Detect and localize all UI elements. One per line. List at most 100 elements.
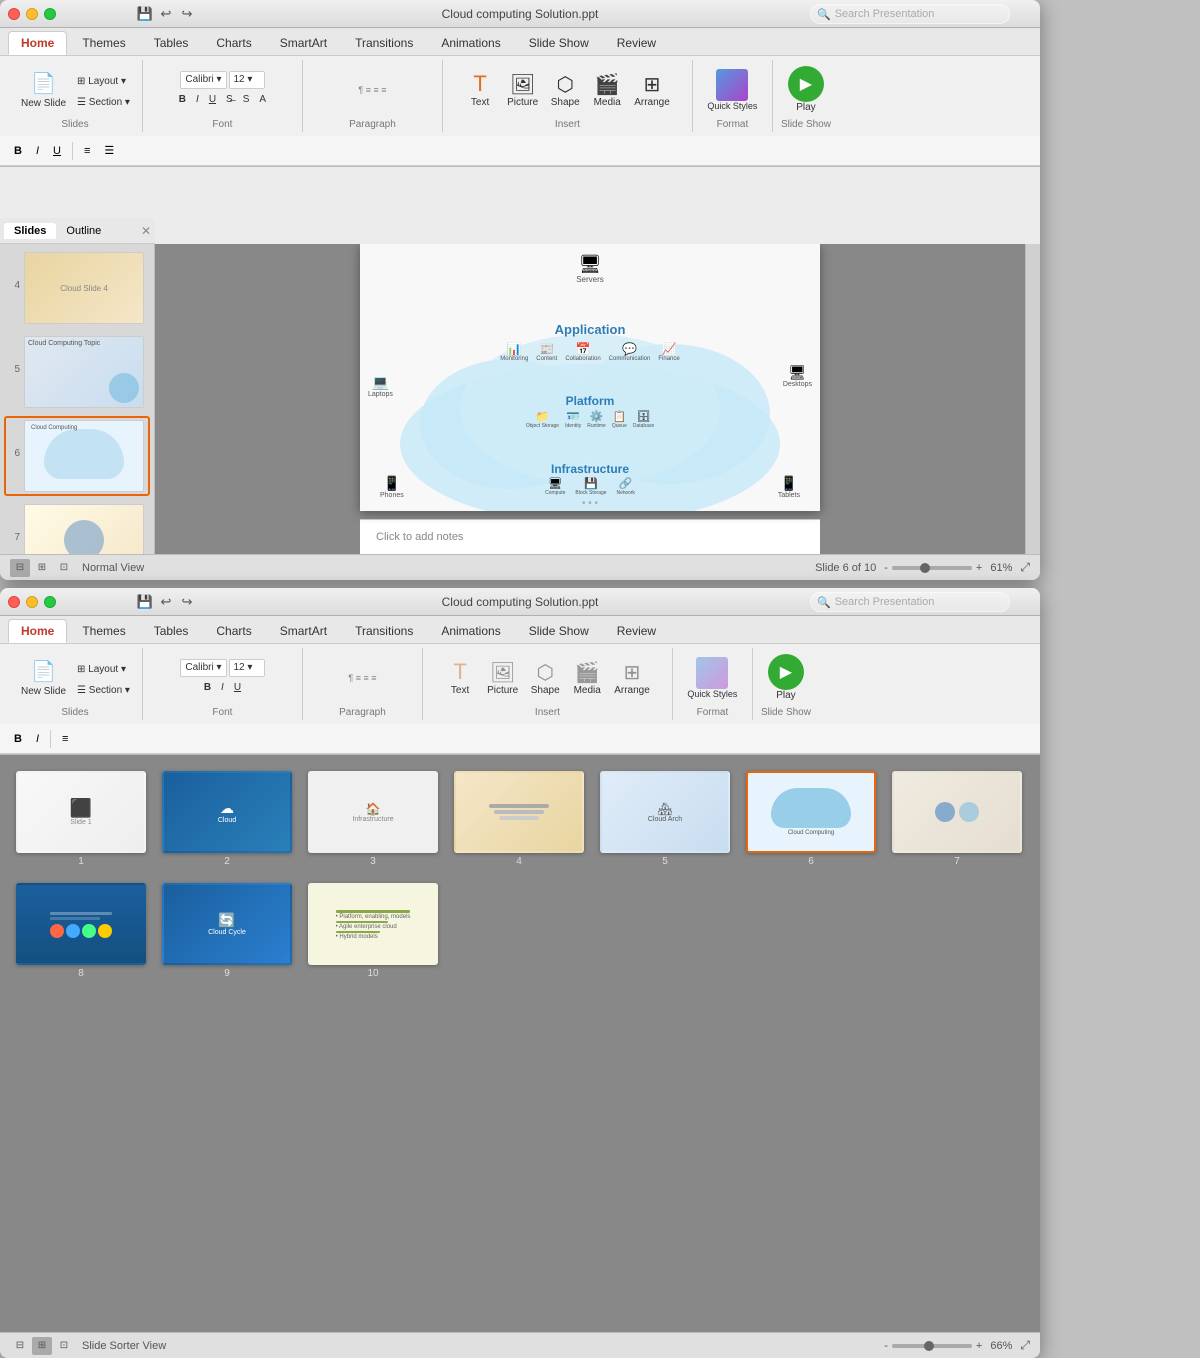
sorter-thumb-6[interactable]: Cloud Computing 6	[746, 771, 876, 867]
layout-button[interactable]: ⊞ Layout ▾	[73, 72, 134, 90]
notes-area[interactable]: Click to add notes	[360, 519, 820, 554]
arrange-button[interactable]: ⊞ Arrange	[629, 62, 675, 118]
bold-button-2[interactable]: B	[200, 679, 215, 697]
font-family-dropdown[interactable]: Calibri ▾	[180, 71, 226, 89]
shape-button[interactable]: ⬡ Shape	[545, 62, 585, 118]
tab2-transitions[interactable]: Transitions	[342, 619, 426, 643]
close-button-2[interactable]	[8, 596, 20, 608]
traffic-lights-2[interactable]	[8, 596, 56, 608]
zoom-in-icon[interactable]: +	[976, 562, 982, 574]
minimize-button-2[interactable]	[26, 596, 38, 608]
text-button[interactable]: T Text	[460, 62, 500, 118]
bold-button[interactable]: B	[175, 91, 190, 109]
tab-transitions[interactable]: Transitions	[342, 31, 426, 55]
tab2-themes[interactable]: Themes	[69, 619, 138, 643]
slide-sorter-btn-2[interactable]: ⊞	[32, 1337, 52, 1355]
search-bar-1[interactable]: 🔍 Search Presentation	[810, 4, 1010, 24]
tab2-smartart[interactable]: SmartArt	[267, 619, 340, 643]
close-button[interactable]	[8, 8, 20, 20]
sorter-thumb-5[interactable]: 🏘 Cloud Arch 5	[600, 771, 730, 867]
slide-sorter-btn[interactable]: ⊞	[32, 559, 52, 577]
font-size-dropdown[interactable]: 12 ▾	[229, 71, 265, 89]
tab2-tables[interactable]: Tables	[141, 619, 202, 643]
font-color-button[interactable]: A	[255, 91, 270, 109]
italic-button-2[interactable]: I	[217, 679, 228, 697]
section-button[interactable]: ☰ Section ▾	[73, 93, 134, 111]
slide-thumb-7[interactable]: 7	[4, 500, 150, 554]
traffic-lights-1[interactable]	[8, 8, 56, 20]
tab-smartart[interactable]: SmartArt	[267, 31, 340, 55]
new-slide-button-2[interactable]: 📄 New Slide	[16, 650, 71, 706]
slide-thumb-5[interactable]: 5 Cloud Computing Topic	[4, 332, 150, 412]
font-size-dropdown-2[interactable]: 12 ▾	[229, 659, 265, 677]
tab-slides[interactable]: Slides	[4, 223, 56, 239]
sorter-thumb-2[interactable]: ☁ Cloud 2	[162, 771, 292, 867]
toolbar-italic[interactable]: I	[30, 143, 45, 159]
section-button-2[interactable]: ☰ Section ▾	[73, 681, 134, 699]
tab-charts[interactable]: Charts	[203, 31, 264, 55]
presenter-view-btn[interactable]: ⊡	[54, 559, 74, 577]
sorter-thumb-7[interactable]: 7	[892, 771, 1022, 867]
sorter-thumb-8[interactable]: 8	[16, 883, 146, 979]
toolbar-italic-2[interactable]: I	[30, 731, 45, 747]
zoom-track-2[interactable]	[892, 1344, 972, 1348]
tab-outline[interactable]: Outline	[56, 223, 111, 239]
fit-window-btn-2[interactable]: ⤢	[1020, 1338, 1030, 1353]
maximize-button-2[interactable]	[44, 596, 56, 608]
sorter-thumb-1[interactable]: ⬛ Slide 1 1	[16, 771, 146, 867]
slide-thumb-4[interactable]: 4 Cloud Slide 4	[4, 248, 150, 328]
text-button-2[interactable]: T Text	[440, 650, 480, 706]
tab-animations[interactable]: Animations	[428, 31, 513, 55]
presenter-view-btn-2[interactable]: ⊡	[54, 1337, 74, 1355]
arrange-button-2[interactable]: ⊞ Arrange	[609, 650, 655, 706]
play-button-2[interactable]: ▶ Play	[763, 650, 809, 706]
minimize-button[interactable]	[26, 8, 38, 20]
tab2-animations[interactable]: Animations	[428, 619, 513, 643]
tab-themes[interactable]: Themes	[69, 31, 138, 55]
media-button[interactable]: 🎬 Media	[587, 62, 627, 118]
qa-save-icon-2[interactable]: 💾	[136, 593, 154, 611]
qa-save-icon[interactable]: 💾	[136, 5, 154, 23]
toolbar-underline[interactable]: U	[47, 143, 67, 159]
tab2-charts[interactable]: Charts	[203, 619, 264, 643]
underline-button[interactable]: U	[205, 91, 220, 109]
layout-button-2[interactable]: ⊞ Layout ▾	[73, 660, 134, 678]
picture-button-2[interactable]: 🖼 Picture	[482, 650, 523, 706]
slide-thumb-6[interactable]: 6 Cloud Computing	[4, 416, 150, 496]
toolbar-bullets[interactable]: ☰	[98, 142, 120, 159]
normal-view-btn[interactable]: ⊟	[10, 559, 30, 577]
toolbar-bold[interactable]: B	[8, 143, 28, 159]
shadow-button[interactable]: S	[239, 91, 254, 109]
panel-close-icon[interactable]: ✕	[141, 224, 151, 238]
zoom-in-icon-2[interactable]: +	[976, 1340, 982, 1352]
play-button[interactable]: ▶ Play	[783, 62, 829, 118]
qa-redo-icon-2[interactable]: ↪	[178, 593, 196, 611]
zoom-out-icon-2[interactable]: -	[884, 1340, 888, 1352]
tab2-home[interactable]: Home	[8, 619, 67, 643]
sorter-thumb-3[interactable]: 🏠 Infrastructure 3	[308, 771, 438, 867]
toolbar-align-left[interactable]: ≡	[78, 143, 96, 159]
quick-styles-button-2[interactable]: Quick Styles	[682, 650, 742, 706]
underline-button-2[interactable]: U	[230, 679, 245, 697]
tab2-slideshow[interactable]: Slide Show	[516, 619, 602, 643]
sorter-thumb-4[interactable]: 4	[454, 771, 584, 867]
media-button-2[interactable]: 🎬 Media	[567, 650, 607, 706]
sorter-thumb-9[interactable]: 🔄 Cloud Cycle 9	[162, 883, 292, 979]
scrollbar-right[interactable]	[1025, 244, 1040, 554]
toolbar-align-2[interactable]: ≡	[56, 731, 74, 747]
italic-button[interactable]: I	[192, 91, 203, 109]
maximize-button[interactable]	[44, 8, 56, 20]
new-slide-button[interactable]: 📄 New Slide	[16, 62, 71, 118]
zoom-track-1[interactable]	[892, 566, 972, 570]
shape-button-2[interactable]: ⬡ Shape	[525, 650, 565, 706]
font-family-dropdown-2[interactable]: Calibri ▾	[180, 659, 226, 677]
zoom-out-icon[interactable]: -	[884, 562, 888, 574]
picture-button[interactable]: 🖼 Picture	[502, 62, 543, 118]
strikethrough-button[interactable]: S̶	[222, 91, 237, 109]
tab-home[interactable]: Home	[8, 31, 67, 55]
tab2-review[interactable]: Review	[604, 619, 669, 643]
tab-tables[interactable]: Tables	[141, 31, 202, 55]
sorter-thumb-10[interactable]: • Platform, enabling, models • Agile ent…	[308, 883, 438, 979]
quick-styles-button[interactable]: Quick Styles	[702, 62, 762, 118]
search-bar-2[interactable]: 🔍 Search Presentation	[810, 592, 1010, 612]
